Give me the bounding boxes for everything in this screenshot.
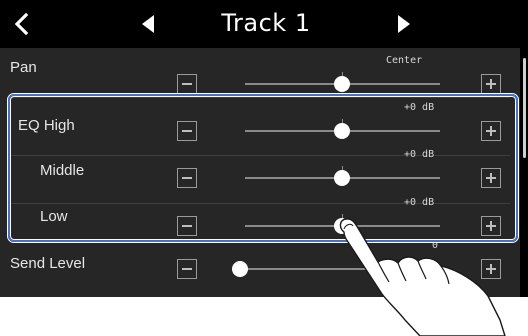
hand-pointer-icon bbox=[339, 218, 506, 336]
